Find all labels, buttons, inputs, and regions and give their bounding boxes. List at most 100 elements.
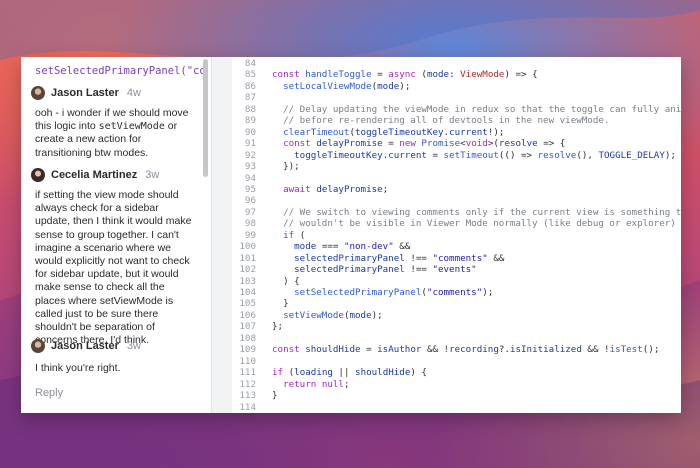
code-token: TOGGLE_DELAY (598, 149, 665, 161)
line-number[interactable]: 108 (232, 333, 256, 344)
line-number[interactable]: 103 (232, 276, 256, 287)
code-line[interactable]: 88 // Delay updating the viewMode in red… (232, 104, 681, 115)
code-token: // Delay updating the viewMode in redux … (272, 103, 681, 115)
code-token: void (465, 138, 488, 150)
code-line[interactable]: 103 ) { (232, 276, 681, 287)
code-token: && ! (421, 344, 450, 356)
code-token: (() => (498, 149, 538, 161)
panel-divider[interactable] (211, 57, 232, 413)
line-number[interactable]: 99 (232, 230, 256, 241)
code-line[interactable]: 106 setViewMode(mode); (232, 310, 681, 321)
line-number[interactable]: 110 (232, 356, 256, 367)
line-number[interactable]: 105 (232, 298, 256, 309)
avatar[interactable] (31, 339, 45, 353)
code-token: loading (294, 367, 333, 379)
code-line[interactable]: 92 toggleTimeoutKey.current = setTimeout… (232, 150, 681, 161)
line-number[interactable]: 87 (232, 92, 256, 103)
avatar[interactable] (31, 86, 45, 100)
code-token: mode (349, 309, 372, 321)
code-token: handleToggle (305, 69, 372, 81)
line-number[interactable]: 84 (232, 58, 256, 69)
code-token: === (316, 241, 344, 253)
code-token: null (321, 378, 344, 390)
code-token: ); (482, 287, 494, 298)
line-number[interactable]: 101 (232, 253, 256, 264)
line-number[interactable]: 106 (232, 310, 256, 321)
code-editor[interactable]: 84 85 const handleToggle = async (mode: Vi… (232, 57, 681, 413)
code-token: const (283, 138, 317, 150)
line-number[interactable]: 92 (232, 150, 256, 161)
line-number[interactable]: 94 (232, 173, 256, 184)
line-number[interactable]: 111 (232, 367, 256, 378)
line-number[interactable]: 88 (232, 104, 256, 115)
line-number[interactable]: 96 (232, 195, 256, 206)
code-token: ); (399, 80, 411, 92)
code-line[interactable]: 96 (232, 195, 681, 206)
code-token: && (487, 252, 505, 264)
code-token: || (332, 367, 356, 379)
line-number[interactable]: 109 (232, 344, 256, 355)
code-line[interactable]: 94 (232, 173, 681, 184)
code-token: = (382, 138, 400, 150)
line-number[interactable]: 91 (232, 138, 256, 149)
line-number[interactable]: 98 (232, 218, 256, 229)
code-line[interactable]: 111 if (loading || shouldHide) { (232, 367, 681, 378)
code-token: await (283, 183, 317, 195)
code-line[interactable]: 107}; (232, 321, 681, 332)
reply-button[interactable]: Reply (35, 387, 63, 399)
code-line[interactable]: 84 (232, 58, 681, 69)
code-token: Promise (421, 138, 461, 150)
line-number[interactable]: 107 (232, 321, 256, 332)
comment-body: ooh - i wonder if we should move this lo… (35, 107, 189, 159)
code-line[interactable]: 89 // before re-rendering all of devtool… (232, 115, 681, 126)
code-line[interactable]: 113} (232, 390, 681, 401)
line-number[interactable]: 95 (232, 184, 256, 195)
code-line[interactable]: 99 if ( (232, 230, 681, 241)
code-line[interactable]: 109 const shouldHide = isAuthor && !recor… (232, 344, 681, 355)
code-line[interactable]: 104 setSelectedPrimaryPanel("comments"); (232, 287, 681, 298)
code-line[interactable]: 95 await delayPromise; (232, 184, 681, 195)
code-line[interactable]: 97 // We switch to viewing comments only… (232, 207, 681, 218)
code-token: (), (576, 149, 599, 161)
code-line[interactable]: 101 selectedPrimaryPanel !== "comments" … (232, 253, 681, 264)
code-line[interactable]: 110 (232, 356, 681, 367)
avatar[interactable] (31, 168, 45, 182)
code-line[interactable]: 102 selectedPrimaryPanel !== "events" (232, 264, 681, 275)
code-line[interactable]: 114 (232, 402, 681, 413)
line-number[interactable]: 85 (232, 69, 256, 80)
line-number[interactable]: 100 (232, 241, 256, 252)
comments-panel: setSelectedPrimaryPanel("co Jason Laster… (21, 57, 211, 413)
comment-header: Cecelia Martinez 3w (31, 167, 159, 183)
line-number[interactable]: 90 (232, 127, 256, 138)
code-line[interactable]: 90 clearTimeout(toggleTimeoutKey.current… (232, 127, 681, 138)
code-line[interactable]: 86 setLocalViewMode(mode); (232, 81, 681, 92)
code-token: !== (404, 252, 433, 264)
code-line[interactable]: 105 } (232, 298, 681, 309)
code-token: isTest (609, 344, 643, 356)
code-token: isAuthor (377, 344, 422, 356)
code-line[interactable]: 112 return null; (232, 379, 681, 390)
line-number[interactable]: 104 (232, 287, 256, 298)
line-number[interactable]: 93 (232, 161, 256, 172)
code-line[interactable]: 93 }); (232, 161, 681, 172)
line-number[interactable]: 112 (232, 379, 256, 390)
code-line[interactable]: 98 // wouldn't be visible in Viewer Mode… (232, 218, 681, 229)
code-line[interactable]: 100 mode === "non-dev" && (232, 241, 681, 252)
line-number[interactable]: 113 (232, 390, 256, 401)
code-token: setLocalViewMode (283, 80, 372, 92)
line-number[interactable]: 97 (232, 207, 256, 218)
code-line[interactable]: 108 (232, 333, 681, 344)
code-line[interactable]: 91 const delayPromise = new Promise<void… (232, 138, 681, 149)
code-token: = (360, 344, 378, 356)
code-line[interactable]: 85 const handleToggle = async (mode: View… (232, 69, 681, 80)
comments-scrollbar[interactable] (203, 59, 208, 177)
line-number[interactable]: 102 (232, 264, 256, 275)
line-number[interactable]: 114 (232, 402, 256, 413)
code-line[interactable]: 87 (232, 92, 681, 103)
line-number[interactable]: 86 (232, 81, 256, 92)
line-number[interactable]: 89 (232, 115, 256, 126)
